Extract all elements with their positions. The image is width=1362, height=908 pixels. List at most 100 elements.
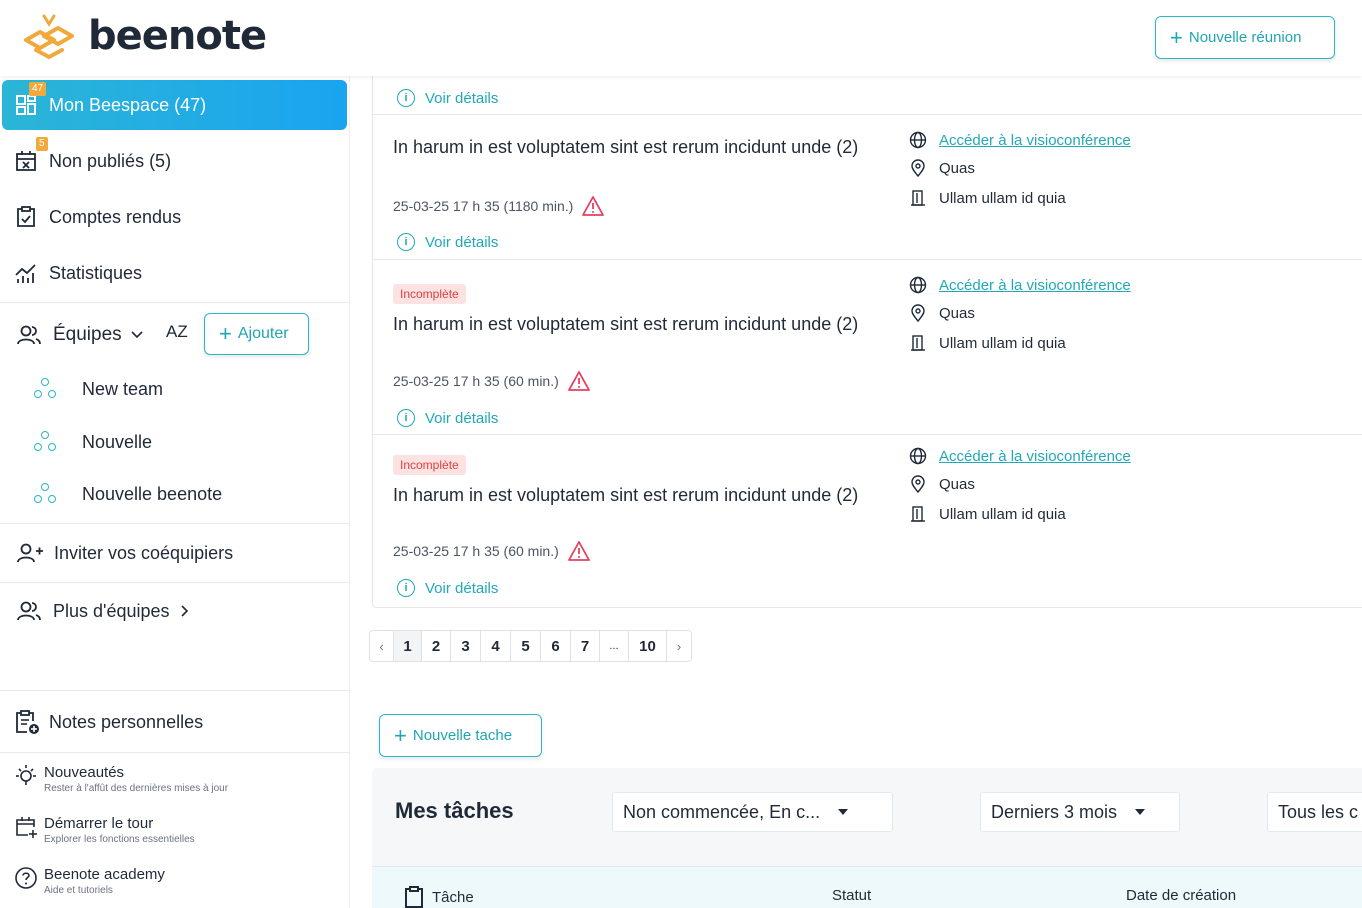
divider (0, 690, 350, 691)
warning-icon (582, 196, 605, 216)
academy-subtitle: Aide et tutoriels (44, 885, 113, 896)
plus-icon: + (394, 722, 407, 748)
sidebar-item-statistics[interactable]: Statistiques (2, 248, 347, 298)
academy-link[interactable]: Beenote academy Aide et tutoriels (14, 866, 165, 896)
lightbulb-icon (16, 765, 36, 785)
whats-new-subtitle: Rester à l'affût des dernières mises à j… (44, 783, 229, 794)
new-meeting-button[interactable]: + Nouvelle réunion (1155, 16, 1335, 59)
room-text: Ullam ullam id quia (939, 189, 1066, 207)
help-circle-icon (15, 867, 37, 889)
details-link[interactable]: i Voir détails (397, 233, 498, 251)
sidebar-item-label: Mon Beespace (47) (49, 94, 207, 115)
meeting-date-text: 25-03-25 17 h 35 (60 min.) (393, 373, 559, 389)
personal-notes-label: Notes personnelles (49, 711, 204, 732)
globe-icon (909, 276, 927, 294)
column-task[interactable]: Tâche (402, 885, 474, 908)
meeting-date: 25-03-25 17 h 35 (60 min.) (393, 540, 591, 562)
visio-link[interactable]: Accéder à la visioconférence (909, 276, 1131, 294)
info-icon: i (397, 233, 415, 251)
whats-new-link[interactable]: Nouveautés Rester à l'affût des dernière… (14, 764, 228, 794)
chevron-right-icon (180, 605, 188, 617)
beespace-badge: 47 (29, 82, 47, 96)
page-button-1[interactable]: 1 (394, 631, 422, 661)
sidebar-item-beespace[interactable]: 47 Mon Beespace (47) (2, 80, 347, 130)
team-name: New team (82, 378, 164, 399)
divider (0, 302, 350, 303)
status-filter-dropdown[interactable]: Non commencée, En c... (612, 792, 893, 832)
team-item[interactable]: Nouvelle beenote (32, 479, 222, 509)
divider (0, 582, 350, 583)
team-name: Nouvelle (82, 431, 153, 452)
divider (0, 752, 350, 753)
logo[interactable]: beenote (20, 10, 267, 62)
meeting-location: Quas (909, 159, 975, 177)
teams-label: Équipes (53, 324, 122, 345)
meeting-title[interactable]: In harum in est voluptatem sint est reru… (393, 133, 903, 161)
team-item[interactable]: New team (32, 374, 163, 404)
sidebar-item-reports[interactable]: Comptes rendus (2, 192, 347, 242)
sort-az-button[interactable]: AZ (166, 322, 188, 342)
meeting-title[interactable]: In harum in est voluptatem sint est reru… (393, 310, 903, 338)
new-task-button[interactable]: + Nouvelle tache (379, 714, 542, 757)
column-label: Tâche (432, 888, 474, 906)
sidebar-item-label: Non publiés (5) (49, 150, 172, 171)
pagination: ‹ 1 2 3 4 5 6 7 ... 10 › (369, 630, 692, 662)
column-created-date[interactable]: Date de création (1126, 887, 1236, 904)
location-text: Quas (939, 159, 975, 177)
team-icon (32, 481, 58, 507)
details-link[interactable]: i Voir détails (397, 579, 498, 597)
page-button-5[interactable]: 5 (511, 631, 541, 661)
visio-link[interactable]: Accéder à la visioconférence (909, 447, 1131, 465)
meeting-date: 25-03-25 17 h 35 (60 min.) (393, 370, 591, 392)
info-icon: i (397, 409, 415, 427)
page-button-10[interactable]: 10 (629, 631, 667, 661)
info-icon: i (397, 579, 415, 597)
status-filter-value: Non commencée, En c... (623, 801, 821, 822)
add-team-label: Ajouter (237, 325, 289, 342)
visio-link[interactable]: Accéder à la visioconférence (909, 131, 1131, 149)
other-filter-dropdown[interactable]: Tous les c (1267, 792, 1362, 832)
details-label: Voir détails (425, 409, 499, 427)
sidebar-item-unpublished[interactable]: 5 Non publiés (5) (2, 136, 347, 186)
sort-az-icon: AZ (166, 322, 188, 341)
personal-notes-link[interactable]: Notes personnelles (14, 708, 203, 736)
academy-title: Beenote academy (44, 866, 165, 883)
details-label: Voir détails (425, 233, 499, 251)
add-team-button[interactable]: + Ajouter (204, 313, 309, 355)
page-button-2[interactable]: 2 (422, 631, 451, 661)
column-status[interactable]: Statut (832, 887, 871, 904)
divider (0, 523, 350, 524)
page-button-3[interactable]: 3 (451, 631, 481, 661)
page-button-7[interactable]: 7 (571, 631, 600, 661)
team-item[interactable]: Nouvelle (32, 427, 152, 457)
door-icon (909, 189, 927, 207)
details-label: Voir détails (425, 579, 499, 597)
meeting-title[interactable]: In harum in est voluptatem sint est reru… (393, 481, 903, 509)
details-link[interactable]: i Voir détails (397, 409, 498, 427)
visio-label: Accéder à la visioconférence (939, 447, 1131, 465)
meeting-list: i Voir détails In harum in est voluptate… (372, 76, 1362, 608)
page-button-6[interactable]: 6 (541, 631, 571, 661)
details-link[interactable]: i Voir détails (397, 89, 498, 107)
team-icon (32, 429, 58, 455)
map-pin-icon (909, 304, 927, 322)
status-badge: Incomplète (393, 284, 466, 304)
meeting-date-text: 25-03-25 17 h 35 (60 min.) (393, 543, 559, 559)
prev-page-button[interactable]: ‹ (370, 631, 394, 661)
users-icon (17, 325, 41, 345)
invite-teammates-link[interactable]: Inviter vos coéquipiers (16, 540, 233, 566)
tasks-table-header: Tâche Statut Date de création (372, 866, 1362, 908)
teams-toggle[interactable]: Équipes (16, 320, 144, 350)
page-button-4[interactable]: 4 (481, 631, 511, 661)
period-filter-dropdown[interactable]: Derniers 3 mois (980, 792, 1180, 832)
other-filter-value: Tous les c (1278, 801, 1359, 822)
next-page-button[interactable]: › (667, 631, 691, 661)
start-tour-link[interactable]: Démarrer le tour Explorer les fonctions … (14, 815, 195, 845)
tasks-title: Mes tâches (395, 798, 514, 823)
meeting-card: i Voir détails (373, 76, 1362, 115)
more-teams-link[interactable]: Plus d'équipes (16, 598, 190, 624)
notes-icon (16, 710, 39, 734)
location-text: Quas (939, 304, 975, 322)
meeting-location: Quas (909, 475, 975, 493)
invite-label: Inviter vos coéquipiers (54, 542, 234, 563)
